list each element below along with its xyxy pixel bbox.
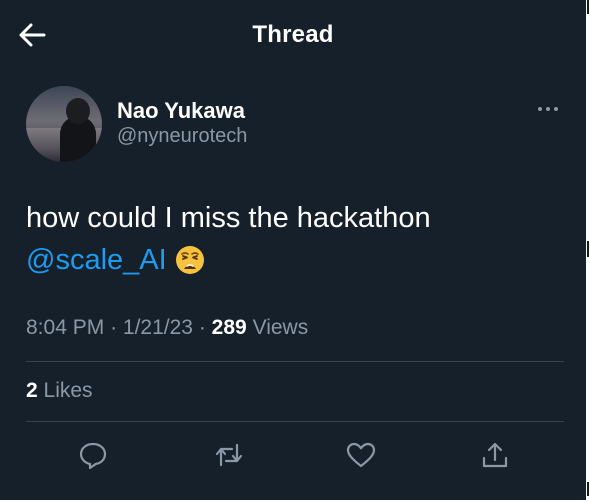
retweet-icon <box>215 443 243 467</box>
weary-face-emoji <box>175 245 205 275</box>
heart-icon <box>346 442 376 468</box>
page-title: Thread <box>252 21 334 48</box>
likes-link[interactable]: 2 Likes <box>26 379 93 403</box>
more-dots-icon[interactable] <box>534 102 562 116</box>
reply-icon <box>79 442 107 470</box>
header-bar: Thread <box>0 0 586 70</box>
likes-count: 2 <box>26 379 38 402</box>
author-handle: @nyneurotech <box>117 125 248 147</box>
share-button[interactable] <box>478 438 512 472</box>
divider <box>26 361 564 362</box>
tweet-text: how could I miss the hackathon @scale_AI <box>26 197 431 281</box>
avatar-head <box>66 98 90 124</box>
mention-link[interactable]: @scale_AI <box>26 244 167 276</box>
meta-separator: · <box>198 316 206 339</box>
tweet-time: 8:04 PM <box>26 316 105 339</box>
views-count: 289 <box>211 316 247 339</box>
divider <box>26 421 564 422</box>
likes-label: Likes <box>43 379 93 402</box>
tweet-date: 1/21/23 <box>122 316 193 339</box>
tweet-detail-screen: Thread Nao Yukawa @nyneurotech how could… <box>0 0 586 500</box>
edge-mark <box>587 482 589 496</box>
share-icon <box>482 442 508 468</box>
reply-button[interactable] <box>76 438 110 472</box>
edge-mark <box>587 0 589 14</box>
tweet-meta: 8:04 PM · 1/21/23 · 289 Views <box>26 316 308 340</box>
views-label: Views <box>252 316 309 339</box>
tweet-text-line-2: @scale_AI <box>26 239 431 281</box>
author-name[interactable]: Nao Yukawa <box>117 98 245 124</box>
like-button[interactable] <box>344 438 378 472</box>
tweet-text-line: how could I miss the hackathon <box>26 202 431 234</box>
retweet-button[interactable] <box>212 438 246 472</box>
avatar[interactable] <box>26 86 102 162</box>
meta-separator: · <box>110 316 118 339</box>
edge-mark <box>587 241 589 257</box>
